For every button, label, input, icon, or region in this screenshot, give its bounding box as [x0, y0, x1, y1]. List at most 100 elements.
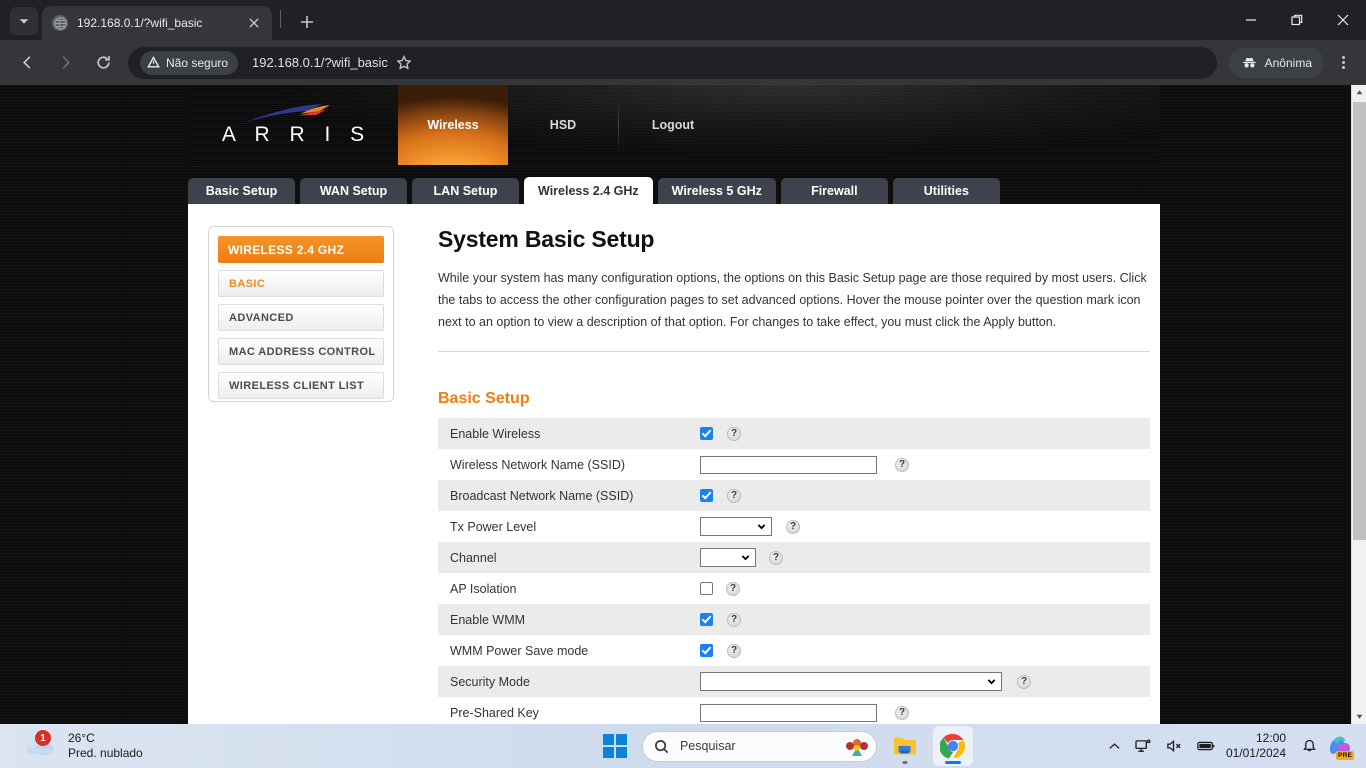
help-icon[interactable]: ? — [786, 519, 800, 534]
battery-button[interactable] — [1190, 726, 1222, 766]
row-control: ? — [700, 449, 1150, 480]
search-input[interactable]: Pesquisar — [641, 730, 877, 762]
weather-temperature: 26°C — [68, 731, 95, 745]
tab-utilities[interactable]: Utilities — [892, 178, 1000, 204]
windows-start-icon — [602, 733, 628, 759]
top-nav-wireless[interactable]: Wireless — [398, 85, 508, 165]
tab-wireless-24ghz[interactable]: Wireless 2.4 GHz — [524, 177, 653, 204]
volume-button[interactable] — [1159, 726, 1190, 766]
help-icon[interactable]: ? — [727, 488, 741, 503]
help-icon[interactable]: ? — [1017, 674, 1031, 689]
notifications-button[interactable] — [1295, 726, 1324, 766]
browser-tab[interactable]: 192.168.0.1/?wifi_basic — [42, 6, 272, 40]
taskbar-app-google-chrome[interactable] — [932, 726, 973, 766]
pre-shared-key-input[interactable] — [700, 703, 877, 722]
top-nav-logout[interactable]: Logout — [618, 85, 728, 165]
sidebar-item-advanced[interactable]: ADVANCED — [218, 304, 384, 331]
reload-button[interactable] — [87, 47, 119, 79]
chrome-icon — [939, 733, 966, 759]
table-row: Channel ? — [438, 542, 1150, 573]
three-dot-menu-icon[interactable] — [1328, 47, 1358, 79]
tab-wan-setup[interactable]: WAN Setup — [300, 178, 407, 204]
close-window-button[interactable] — [1320, 0, 1366, 40]
help-icon[interactable]: ? — [727, 612, 741, 627]
globe-icon — [52, 15, 68, 31]
taskbar-clock[interactable]: 12:00 01/01/2024 — [1222, 731, 1295, 761]
row-label: Channel — [438, 542, 700, 573]
sidebar-item-basic[interactable]: BASIC — [218, 270, 384, 297]
row-label: Wireless Network Name (SSID) — [450, 457, 626, 472]
not-secure-badge[interactable]: Não seguro — [140, 50, 239, 75]
tab-search-button[interactable] — [10, 7, 38, 35]
tab-lan-setup[interactable]: LAN Setup — [412, 178, 519, 204]
minimize-button[interactable] — [1228, 0, 1274, 40]
start-button[interactable] — [598, 729, 632, 763]
help-icon[interactable]: ? — [727, 643, 741, 658]
arris-router-page: A R R I S Wireless HSD Logout Basic Setu… — [188, 85, 1160, 724]
table-row: Broadcast Network Name (SSID) ? — [438, 480, 1150, 511]
address-bar[interactable]: Não seguro 192.168.0.1/?wifi_basic — [128, 46, 1217, 79]
star-icon[interactable] — [388, 47, 420, 79]
row-control: ? — [700, 666, 1150, 697]
forward-button[interactable] — [49, 47, 81, 79]
row-control: ? — [700, 697, 1150, 724]
not-secure-label: Não seguro — [166, 55, 229, 70]
page-scrollbar[interactable] — [1351, 85, 1366, 724]
enable-wmm-checkbox[interactable] — [700, 613, 713, 626]
help-icon[interactable]: ? — [895, 457, 909, 472]
taskbar-app-file-explorer[interactable] — [885, 726, 925, 766]
incognito-indicator[interactable]: Anônima — [1228, 47, 1324, 78]
scroll-down-button[interactable] — [1352, 709, 1366, 724]
settings-table: Enable Wireless ? Wireless Network Name … — [438, 418, 1150, 724]
help-icon[interactable]: ? — [895, 705, 909, 720]
chevron-down-icon — [19, 19, 29, 24]
app-running-indicator — [944, 761, 961, 764]
ssid-input[interactable] — [700, 455, 877, 474]
tray-overflow-button[interactable] — [1101, 726, 1128, 766]
weather-condition: Pred. nublado — [68, 746, 143, 760]
sidebar-item-mac-address-control[interactable]: MAC ADDRESS CONTROL — [218, 338, 384, 365]
table-row: AP Isolation ? — [438, 573, 1150, 604]
sidebar-item-wireless-client-list[interactable]: WIRELESS CLIENT LIST — [218, 372, 384, 399]
tx-power-level-select[interactable] — [700, 517, 772, 536]
channel-select[interactable] — [700, 548, 756, 567]
broadcast-ssid-checkbox[interactable] — [700, 489, 713, 502]
row-label: AP Isolation — [450, 581, 517, 596]
help-icon[interactable]: ? — [769, 550, 783, 565]
tab-wireless-5ghz[interactable]: Wireless 5 GHz — [657, 178, 776, 204]
wmm-power-save-checkbox[interactable] — [700, 644, 713, 657]
chrome-browser-window: 192.168.0.1/?wifi_basic Não seguro 192.1… — [0, 0, 1366, 724]
ap-isolation-checkbox[interactable] — [700, 582, 713, 595]
arris-swoosh-icon — [242, 104, 330, 123]
restore-button[interactable] — [1274, 0, 1320, 40]
incognito-icon — [1242, 57, 1256, 68]
sidebar: WIRELESS 2.4 GHZ BASIC ADVANCED MAC ADDR… — [208, 226, 394, 402]
row-label: Security Mode — [438, 666, 700, 697]
scroll-up-button[interactable] — [1352, 85, 1366, 100]
table-row: WMM Power Save mode ? — [438, 635, 1150, 666]
help-icon[interactable]: ? — [727, 426, 741, 441]
help-icon[interactable]: ? — [726, 581, 740, 596]
tab-basic-setup[interactable]: Basic Setup — [188, 178, 295, 204]
copilot-button[interactable]: PRE — [1326, 733, 1354, 760]
tab-firewall[interactable]: Firewall — [780, 178, 888, 204]
row-control: ? — [700, 511, 1150, 542]
table-row: Wireless Network Name (SSID) ? — [438, 449, 1150, 480]
row-control: ? — [700, 418, 1150, 449]
table-row: Pre-Shared Key ? — [438, 697, 1150, 724]
enable-wireless-checkbox[interactable] — [700, 427, 713, 440]
back-button[interactable] — [11, 47, 43, 79]
tab-divider — [280, 10, 281, 28]
tab-close-button[interactable] — [246, 15, 262, 31]
scrollbar-thumb[interactable] — [1353, 102, 1366, 540]
network-status-button[interactable] — [1128, 726, 1159, 766]
new-tab-button[interactable] — [293, 8, 321, 36]
top-nav-hsd[interactable]: HSD — [508, 85, 618, 165]
page-viewport: A R R I S Wireless HSD Logout Basic Setu… — [0, 85, 1366, 724]
clock-date: 01/01/2024 — [1225, 746, 1286, 760]
weather-widget[interactable]: 1 26°C Pred. nublado — [0, 730, 470, 761]
app-running-indicator — [902, 761, 908, 764]
security-mode-select[interactable] — [700, 672, 1002, 691]
section-tabs: Basic Setup WAN Setup LAN Setup Wireless… — [188, 177, 1160, 204]
main-content: System Basic Setup While your system has… — [394, 226, 1160, 724]
